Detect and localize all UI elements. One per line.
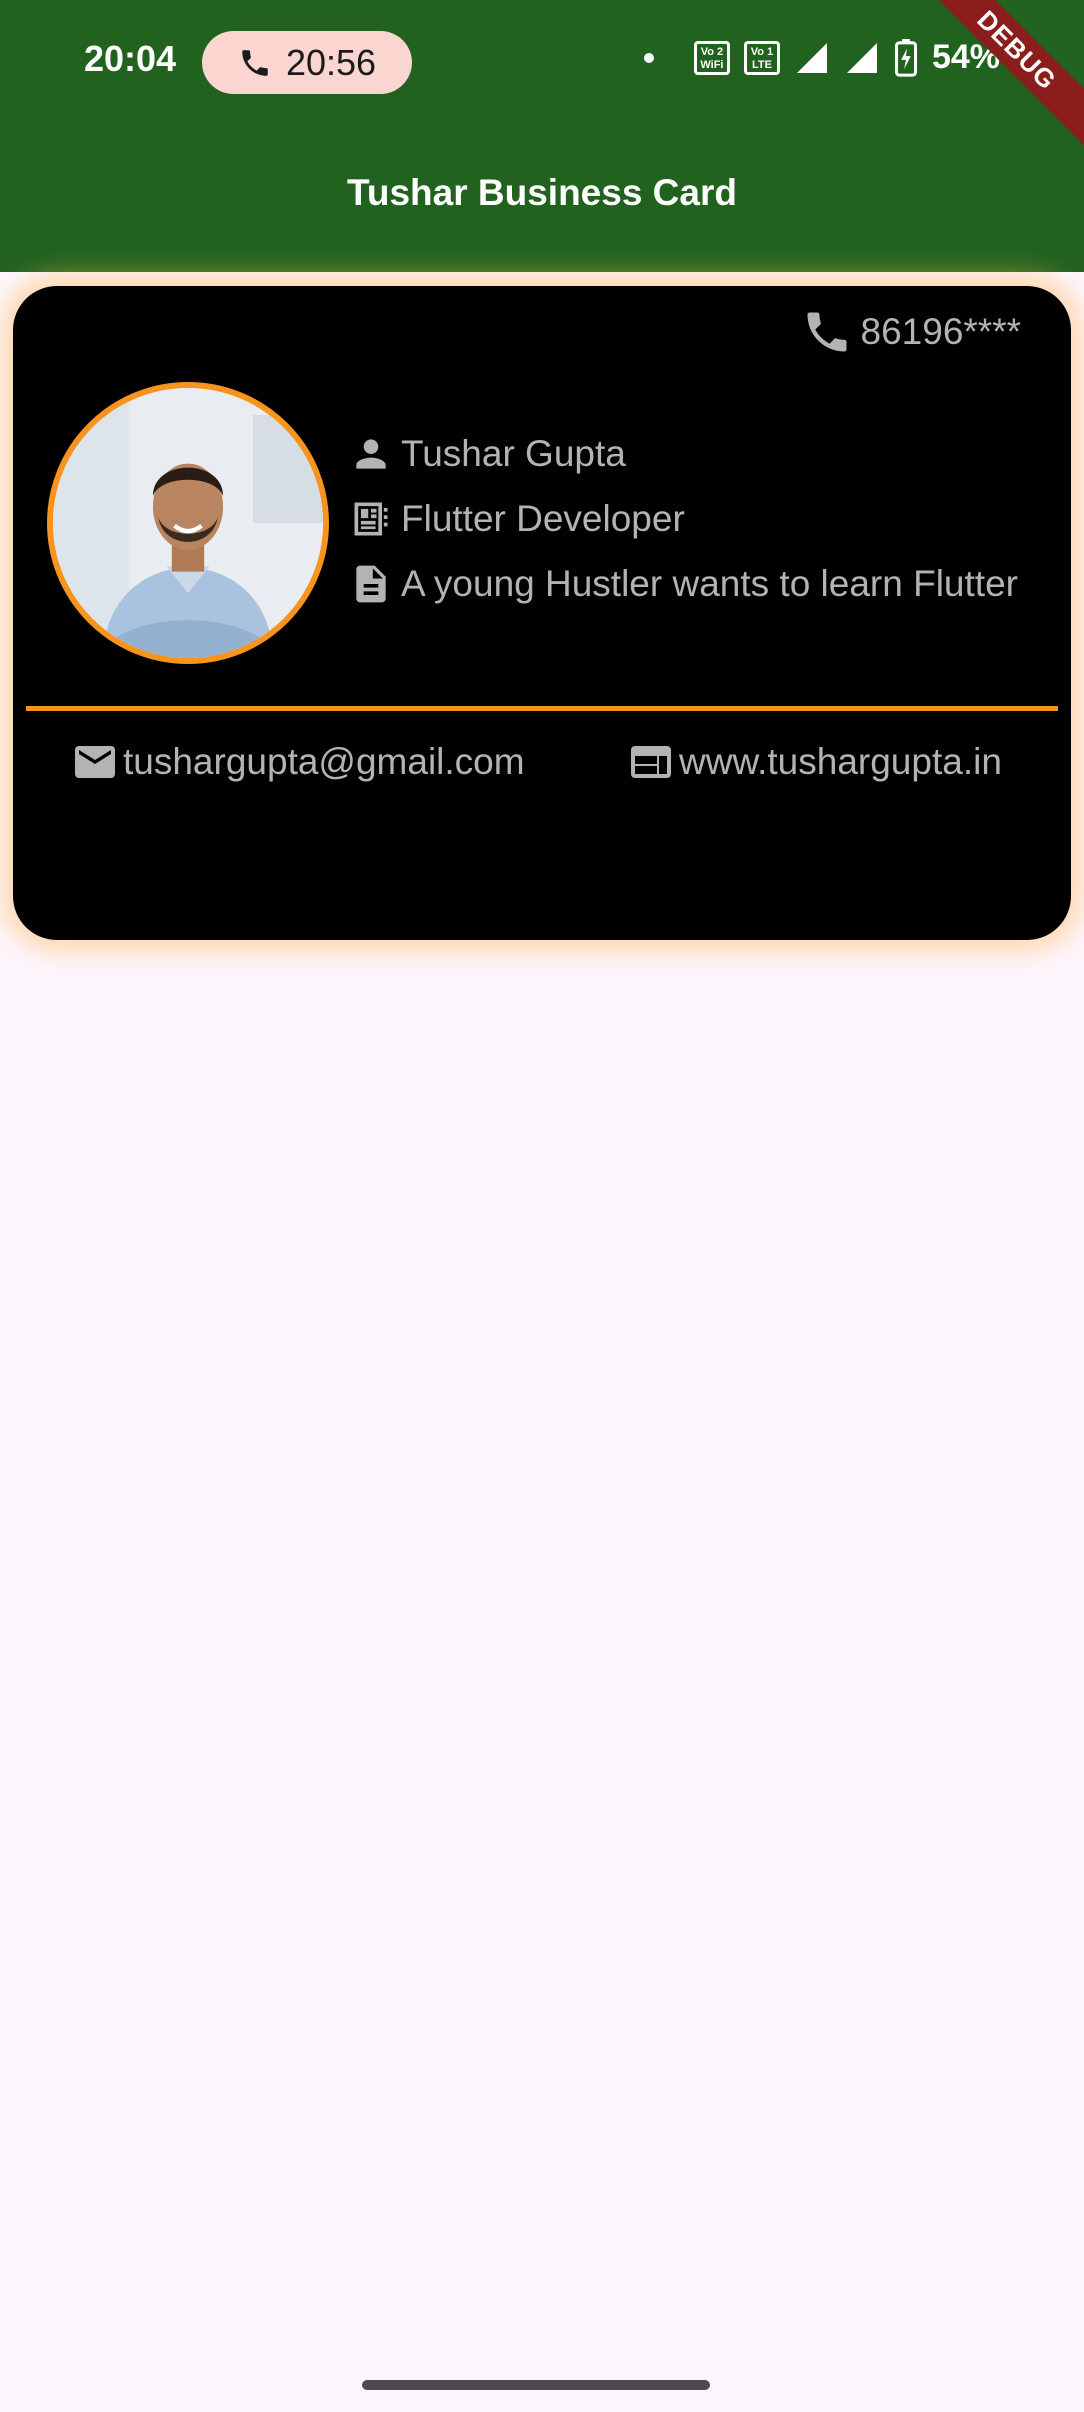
mail-icon [75,746,115,778]
page-title: Tushar Business Card [347,172,737,213]
volte-icon: Vo 1 LTE [743,40,780,75]
bio-text: A young Hustler wants to learn Flutter [401,563,1018,604]
phone-icon [807,312,847,352]
bio-row: A young Hustler wants to learn Flutter [349,562,1018,606]
email-row[interactable]: tushargupta@gmail.com [71,738,525,786]
website-link[interactable]: www.tushargupta.in [679,741,1002,783]
signal-sim2-icon [844,40,880,76]
avatar [47,382,329,664]
ongoing-call-chip[interactable]: 20:56 [202,31,412,94]
home-indicator[interactable] [362,2380,710,2390]
phone-row[interactable]: 86196**** [801,306,1021,358]
business-card: 86196**** Tushar Gupta Flutter Developer… [13,286,1071,940]
notification-dot-icon [643,52,654,63]
status-time: 20:04 [84,38,177,79]
role-row: Flutter Developer [349,497,685,541]
phone-icon [242,49,268,76]
vowifi-icon: Vo 2 WiFi [693,40,730,75]
screen: 20:04 20:56 Vo 2 WiFi Vo 1 LTE 54% DEBUG T… [0,0,1084,2412]
signal-sim1-icon [794,40,830,76]
phone-number: 86196**** [860,311,1021,352]
email-link[interactable]: tushargupta@gmail.com [123,741,525,783]
battery-charging-icon [894,38,918,77]
website-row[interactable]: www.tushargupta.in [627,738,1002,786]
status-icons: Vo 2 WiFi Vo 1 LTE 54% [643,38,1024,77]
divider [26,706,1058,711]
job-title: Flutter Developer [401,498,685,539]
person-name: Tushar Gupta [401,433,626,474]
app-bar: 20:04 20:56 Vo 2 WiFi Vo 1 LTE 54% DEBUG T… [0,0,1084,272]
person-icon [356,439,386,469]
badge-icon [354,502,388,536]
name-row: Tushar Gupta [349,432,626,476]
web-icon [631,746,671,778]
document-icon [356,565,386,603]
call-timer: 20:56 [285,41,377,83]
